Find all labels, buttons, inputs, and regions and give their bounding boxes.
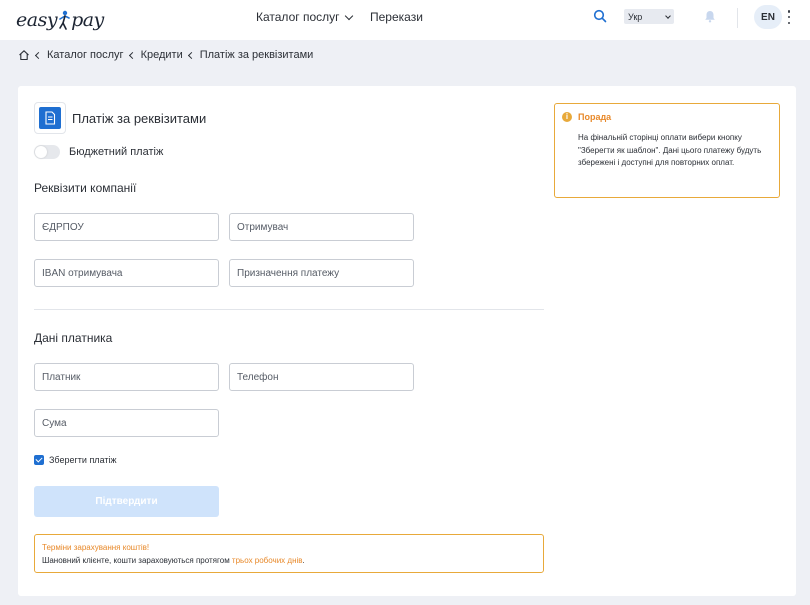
iban-input[interactable]: IBAN отримувача bbox=[34, 259, 219, 287]
nav-transfers-label: Перекази bbox=[370, 10, 423, 24]
home-icon[interactable] bbox=[18, 49, 30, 61]
chevron-left-icon bbox=[128, 51, 136, 59]
header-divider bbox=[737, 8, 738, 28]
notice-highlight: трьох робочих днів bbox=[231, 556, 303, 565]
language-select[interactable]: Укр bbox=[624, 9, 674, 24]
chevron-down-icon bbox=[665, 12, 671, 19]
notice-title: Терміни зарахування коштів! bbox=[42, 543, 150, 552]
section-divider bbox=[34, 309, 544, 310]
crediting-notice: Терміни зарахування коштів! Шановний клі… bbox=[34, 534, 544, 573]
payer-section-title: Дані платника bbox=[34, 331, 113, 345]
breadcrumb-label: Кредити bbox=[140, 49, 183, 61]
notice-text-main: Шановний клієнте, кошти зараховуються пр… bbox=[42, 556, 232, 565]
chevron-left-icon bbox=[34, 51, 43, 59]
breadcrumb: Каталог послуг Кредити Платіж за реквізи… bbox=[18, 49, 319, 61]
easypay-logo[interactable]: easy pay bbox=[16, 6, 104, 34]
bell-icon[interactable] bbox=[704, 10, 716, 23]
search-icon[interactable] bbox=[593, 9, 607, 23]
tip-panel: i Порада На фінальній сторінці оплати ви… bbox=[554, 103, 780, 198]
tip-title: Порада bbox=[578, 112, 612, 122]
logo-text-pay: pay bbox=[71, 9, 104, 31]
info-icon: i bbox=[562, 112, 572, 122]
breadcrumb-item-credits[interactable]: Кредити bbox=[128, 49, 183, 61]
nav-catalog[interactable]: Каталог послуг bbox=[256, 10, 353, 24]
document-icon bbox=[34, 102, 66, 134]
logo-figure-icon bbox=[58, 10, 70, 30]
breadcrumb-item-catalog[interactable]: Каталог послуг bbox=[34, 49, 124, 61]
payment-card: Платіж за реквізитами Бюджетний платіж Р… bbox=[18, 86, 796, 596]
breadcrumb-label: Платіж за реквізитами bbox=[199, 49, 314, 61]
breadcrumb-item-current: Платіж за реквізитами bbox=[187, 49, 314, 61]
page-title: Платіж за реквізитами bbox=[72, 111, 207, 126]
tip-text: На фінальній сторінці оплати вибери кноп… bbox=[578, 133, 762, 167]
nav-catalog-label: Каталог послуг bbox=[256, 10, 340, 24]
chevron-left-icon bbox=[187, 51, 195, 59]
language-en-button[interactable]: EN bbox=[754, 5, 782, 29]
payer-input[interactable]: Платник bbox=[34, 363, 219, 391]
budget-payment-toggle[interactable] bbox=[34, 145, 60, 159]
notice-text-end: . bbox=[302, 556, 305, 565]
nav-transfers[interactable]: Перекази bbox=[370, 10, 423, 24]
language-select-value: Укр bbox=[628, 11, 643, 22]
amount-input[interactable]: Сума bbox=[34, 409, 219, 437]
notice-text: Шановний клієнте, кошти зараховуються пр… bbox=[42, 554, 536, 567]
breadcrumb-label: Каталог послуг bbox=[47, 49, 124, 61]
phone-input[interactable]: Телефон bbox=[229, 363, 414, 391]
edrpou-input[interactable]: ЄДРПОУ bbox=[34, 213, 219, 241]
company-section-title: Реквізити компанії bbox=[34, 181, 137, 195]
chevron-down-icon bbox=[344, 11, 353, 20]
save-payment-label: Зберегти платіж bbox=[49, 455, 117, 465]
recipient-input[interactable]: Отримувач bbox=[229, 213, 414, 241]
logo-text-easy: easy bbox=[16, 9, 58, 31]
more-menu-icon[interactable] bbox=[786, 8, 792, 26]
save-payment-checkbox[interactable] bbox=[34, 455, 44, 465]
confirm-button[interactable]: Підтвердити bbox=[34, 486, 219, 517]
purpose-input[interactable]: Призначення платежу bbox=[229, 259, 414, 287]
budget-payment-label: Бюджетний платіж bbox=[69, 146, 164, 158]
top-header: easy pay Каталог послуг Перекази Укр EN bbox=[0, 0, 810, 40]
